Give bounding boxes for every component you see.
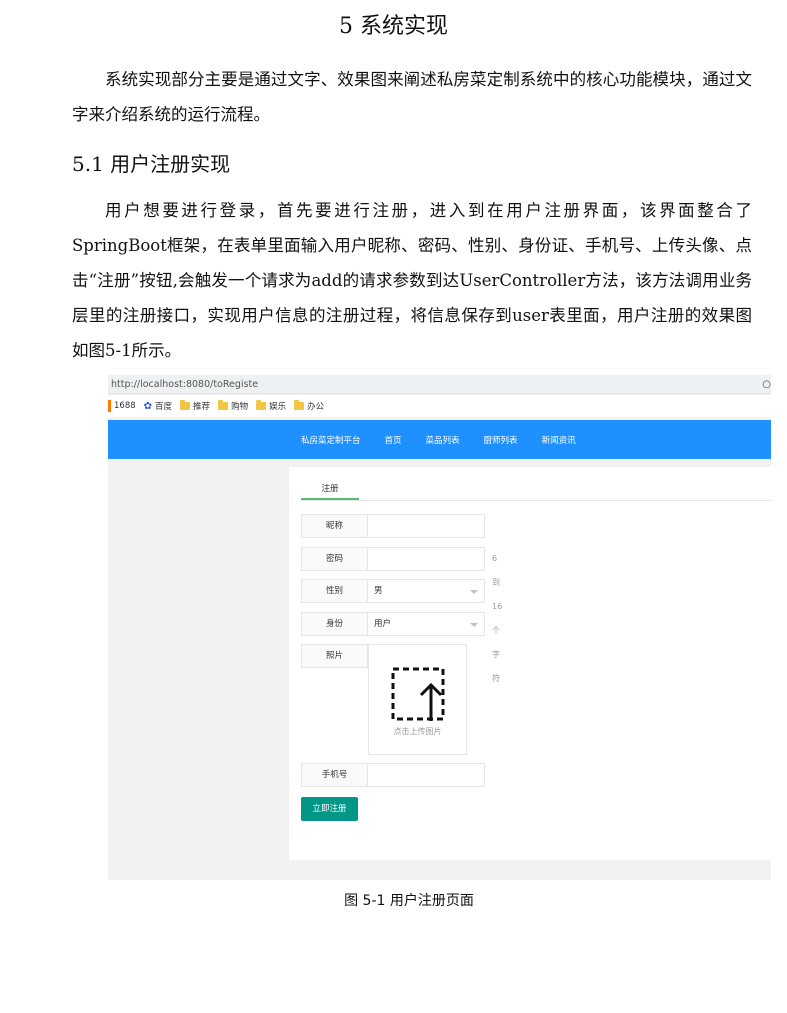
tab-divider <box>301 500 771 501</box>
identity-select[interactable]: 用户 <box>368 612 485 636</box>
bookmark-shopping[interactable]: 购物 <box>218 400 248 412</box>
photo-upload-box[interactable]: 点击上传图片 <box>368 644 467 755</box>
site-brand[interactable]: 私房菜定制平台 <box>301 434 361 446</box>
password-label: 密码 <box>301 547 368 571</box>
identity-value: 用户 <box>374 619 392 629</box>
browser-menu-icon[interactable]: ○ <box>762 375 771 394</box>
section-heading: 5.1 用户注册实现 <box>72 152 231 176</box>
bookmark-recommend[interactable]: 推荐 <box>180 400 210 412</box>
bookmark-baidu[interactable]: ✿ 百度 <box>143 400 172 413</box>
gender-select[interactable]: 男 <box>368 579 485 603</box>
figure-caption: 图 5-1 用户注册页面 <box>344 893 474 909</box>
tab-register[interactable]: 注册 <box>301 482 359 494</box>
password-input[interactable] <box>368 547 485 571</box>
address-bar[interactable]: http://localhost:8080/toRegiste ○ <box>108 375 771 394</box>
nickname-label: 昵称 <box>301 514 368 538</box>
identity-label: 身份 <box>301 612 368 636</box>
chapter-heading: 5 系统实现 <box>339 14 448 39</box>
bookmark-office[interactable]: 办公 <box>294 400 324 412</box>
nav-chefs[interactable]: 厨师列表 <box>484 434 518 446</box>
photo-label: 照片 <box>301 644 368 668</box>
upload-icon <box>391 667 445 721</box>
phone-input[interactable] <box>368 763 485 787</box>
registration-screenshot: http://localhost:8080/toRegiste ○ 1688 ✿… <box>108 375 771 880</box>
folder-icon <box>218 400 229 410</box>
site-navbar: 私房菜定制平台 首页 菜品列表 厨师列表 新闻资讯 <box>108 420 771 459</box>
bookmark-marker-icon <box>108 400 111 412</box>
nav-news[interactable]: 新闻资讯 <box>542 434 576 446</box>
folder-icon <box>180 400 191 410</box>
gender-value: 男 <box>374 586 383 596</box>
folder-icon <box>256 400 267 410</box>
folder-icon <box>294 400 305 410</box>
baidu-paw-icon: ✿ <box>143 400 153 412</box>
chevron-down-icon <box>470 623 478 627</box>
upload-text: 点击上传图片 <box>393 727 442 736</box>
register-panel: 注册 昵称 密码 6到16个字符 性别 男 身份 用户 照片 点击上传图片 手机… <box>289 467 771 860</box>
section-paragraph: 用户想要进行登录，首先要进行注册，进入到在用户注册界面，该界面整合了Spring… <box>72 201 752 360</box>
url-text: http://localhost:8080/toRegiste <box>111 379 259 390</box>
register-submit-button[interactable]: 立即注册 <box>301 797 358 821</box>
intro-paragraph: 系统实现部分主要是通过文字、效果图来阐述私房菜定制系统中的核心功能模块，通过文字… <box>72 70 752 124</box>
nav-dishes[interactable]: 菜品列表 <box>426 434 460 446</box>
bookmark-1688[interactable]: 1688 <box>108 400 136 412</box>
phone-label: 手机号 <box>301 763 368 787</box>
password-hint: 6到16个字符 <box>492 554 503 683</box>
nickname-input[interactable] <box>368 514 485 538</box>
bookmarks-bar: 1688 ✿ 百度 推荐 购物 娱乐 办公 <box>108 395 771 417</box>
nav-home[interactable]: 首页 <box>385 434 402 446</box>
chevron-down-icon <box>470 590 478 594</box>
gender-label: 性别 <box>301 579 368 603</box>
bookmark-entertainment[interactable]: 娱乐 <box>256 400 286 412</box>
